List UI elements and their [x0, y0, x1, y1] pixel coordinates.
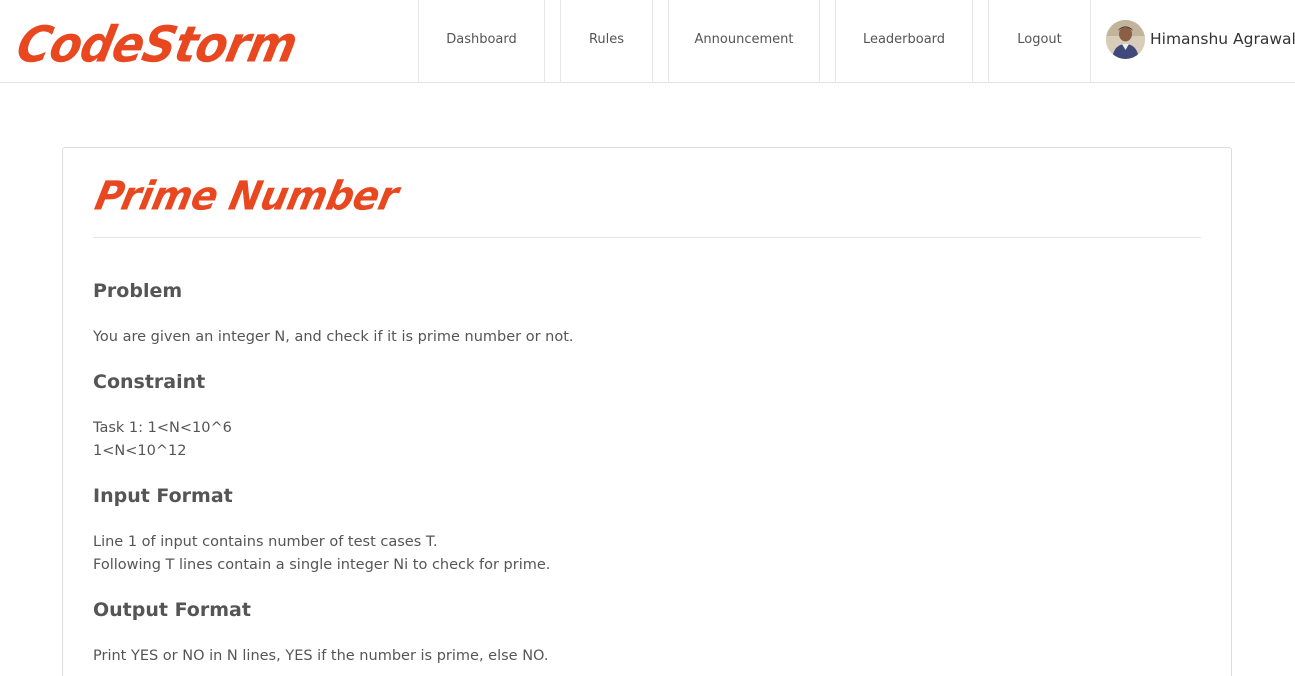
problem-title: Prime Number	[91, 172, 403, 220]
problem-card: Prime Number Problem You are given an in…	[62, 147, 1232, 676]
constraint-line-1: Task 1: 1<N<10^6	[93, 420, 232, 436]
avatar-image	[1106, 19, 1145, 59]
input-format-line-1: Line 1 of input contains number of test …	[93, 534, 438, 550]
brand-logo[interactable]: CodeStorm	[11, 12, 303, 77]
nav-dashboard[interactable]: Dashboard	[418, 0, 545, 82]
nav-leaderboard[interactable]: Leaderboard	[835, 0, 973, 82]
input-format-line-2: Following T lines contain a single integ…	[93, 557, 551, 573]
nav-rules[interactable]: Rules	[560, 0, 653, 82]
constraint-line-2: 1<N<10^12	[93, 443, 187, 459]
section-heading-constraint: Constraint	[93, 371, 206, 393]
user-name: Himanshu Agrawal	[1150, 30, 1295, 48]
top-navbar: CodeStorm Dashboard Rules Announcement L…	[0, 0, 1295, 83]
section-heading-output-format: Output Format	[93, 599, 251, 621]
title-divider	[93, 237, 1201, 238]
section-heading-input-format: Input Format	[93, 485, 233, 507]
section-heading-problem: Problem	[93, 280, 183, 302]
nav-announcement[interactable]: Announcement	[668, 0, 820, 82]
user-menu[interactable]: Himanshu Agrawal	[1106, 19, 1295, 59]
nav-logout[interactable]: Logout	[988, 0, 1091, 82]
user-avatar-icon	[1106, 19, 1145, 59]
problem-statement: You are given an integer N, and check if…	[93, 329, 574, 345]
output-format-line-1: Print YES or NO in N lines, YES if the n…	[93, 648, 549, 664]
